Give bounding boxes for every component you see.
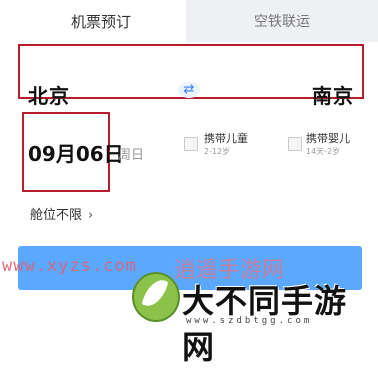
departure-city[interactable]: 北京	[28, 80, 70, 109]
child-option-label: 携带儿童	[204, 132, 248, 145]
child-age-range: 2-12岁	[204, 147, 231, 156]
arrival-city[interactable]: 南京	[312, 80, 354, 109]
watermark-url: www.xyzs.com	[2, 256, 137, 276]
chevron-right-icon: ›	[88, 208, 94, 223]
infant-option-label: 携带婴儿	[306, 132, 350, 145]
site-logo-url: www.szdbtgg.com	[186, 316, 313, 326]
child-checkbox[interactable]	[184, 137, 198, 151]
tab-flight-booking[interactable]: 机票预订	[16, 0, 186, 42]
weekday-label: 周日	[118, 148, 145, 163]
tab-air-rail[interactable]: 空铁联运	[186, 0, 378, 42]
infant-checkbox[interactable]	[288, 137, 302, 151]
tab-bar: 机票预订 空铁联运	[0, 0, 378, 42]
cabin-class-selector[interactable]: 舱位不限 ›	[30, 204, 93, 223]
departure-date[interactable]: 09月06日	[28, 138, 124, 167]
infant-age-range: 14天-2岁	[306, 147, 341, 156]
swap-arrows-icon[interactable]: ⇄	[178, 82, 200, 98]
cabin-class-label: 舱位不限	[30, 208, 83, 223]
